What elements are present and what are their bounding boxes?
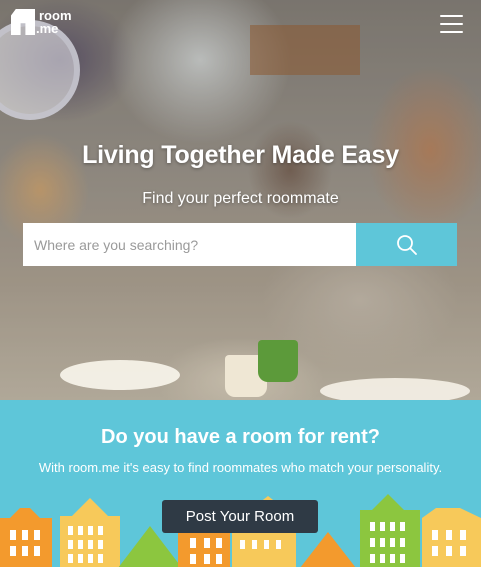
- hero-section: room .me Living Together Made Easy Find …: [0, 0, 481, 400]
- search-icon: [396, 234, 417, 255]
- hero-subtitle: Find your perfect roommate: [142, 190, 339, 207]
- search-button[interactable]: [356, 223, 457, 266]
- logo-text-line2: .me: [36, 21, 59, 36]
- post-your-room-button[interactable]: Post Your Room: [162, 500, 318, 533]
- search-input[interactable]: [23, 223, 356, 266]
- mug-decoration: [258, 340, 298, 382]
- room-logo-icon: [11, 9, 35, 35]
- hero-title: Living Together Made Easy: [82, 141, 399, 169]
- post-room-section: Do you have a room for rent? With room.m…: [0, 400, 481, 567]
- promo-text: With room.me it's easy to find roommates…: [38, 460, 443, 475]
- hamburger-menu-icon[interactable]: [440, 15, 463, 35]
- plate-decoration: [320, 378, 470, 400]
- logo[interactable]: room .me: [11, 9, 72, 35]
- shelf-decoration: [250, 25, 360, 75]
- promo-title: Do you have a room for rent?: [101, 426, 380, 448]
- plate-decoration: [60, 360, 180, 390]
